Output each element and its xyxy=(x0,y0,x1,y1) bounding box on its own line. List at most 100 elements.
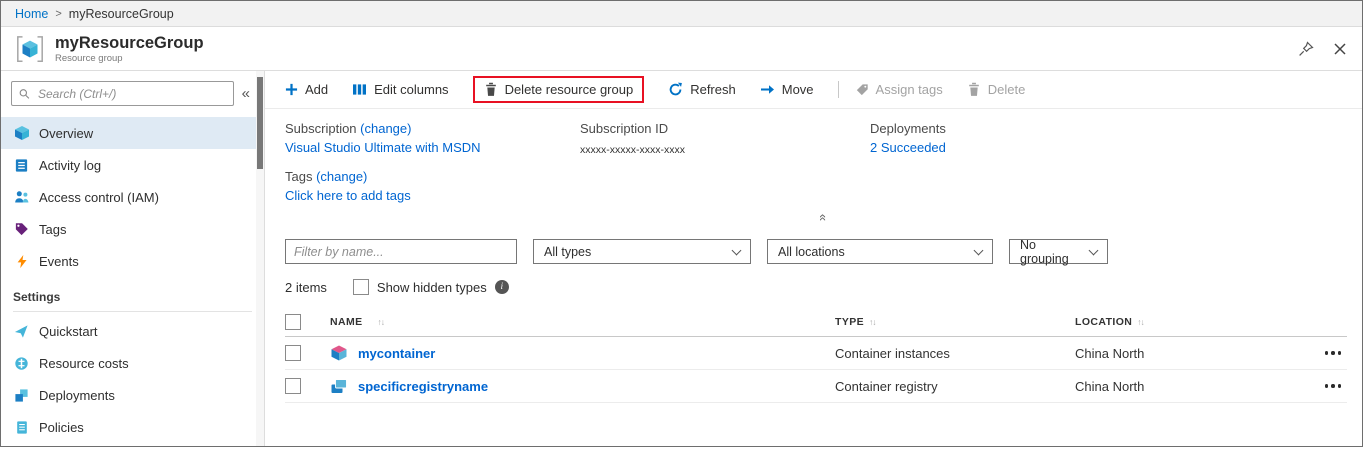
sidebar-item-resource-costs[interactable]: Resource costs xyxy=(1,347,264,379)
deployments-value-link[interactable]: 2 Succeeded xyxy=(870,140,946,155)
items-row: 2 items Show hidden types i xyxy=(285,279,1362,295)
deployments-icon xyxy=(13,387,30,403)
assign-tags-label: Assign tags xyxy=(876,82,943,97)
deployments-block: Deployments 2 Succeeded xyxy=(870,121,946,156)
resource-type: Container registry xyxy=(835,379,1075,394)
table-header-row: NAME ↑↓ TYPE ↑↓ LOCATION ↑↓ xyxy=(285,307,1347,337)
resource-table: NAME ↑↓ TYPE ↑↓ LOCATION ↑↓ xyxy=(285,307,1347,403)
chevron-down-icon xyxy=(1089,245,1099,255)
sidebar-item-label: Resource costs xyxy=(39,356,129,371)
trash-icon xyxy=(484,82,498,97)
delete-resource-group-button[interactable]: Delete resource group xyxy=(473,76,645,103)
sidebar-item-label: Policies xyxy=(39,420,84,435)
command-toolbar: Add Edit columns Delet xyxy=(265,71,1362,109)
subscription-id-block: Subscription ID xxxxx-xxxxx-xxxx-xxxx xyxy=(580,121,870,156)
breadcrumb-current: myResourceGroup xyxy=(69,7,174,21)
tags-value-link[interactable]: Click here to add tags xyxy=(285,188,411,203)
sidebar-item-deployments[interactable]: Deployments xyxy=(1,379,264,411)
row-checkbox[interactable] xyxy=(285,345,301,361)
header-actions xyxy=(1298,41,1348,57)
sidebar-item-overview[interactable]: Overview xyxy=(1,117,264,149)
delete-button[interactable]: Delete xyxy=(967,82,1026,97)
breadcrumb-home-link[interactable]: Home xyxy=(15,7,48,21)
sidebar-collapse-icon[interactable]: « xyxy=(242,86,250,101)
access-control-icon xyxy=(13,189,30,205)
sidebar-item-label: Tags xyxy=(39,222,66,237)
tags-change-link[interactable]: (change) xyxy=(316,169,367,184)
sidebar-item-label: Quickstart xyxy=(39,324,98,339)
move-button-label: Move xyxy=(782,82,814,97)
subscription-value-link[interactable]: Visual Studio Ultimate with MSDN xyxy=(285,140,481,155)
row-checkbox[interactable] xyxy=(285,378,301,394)
move-arrow-icon xyxy=(760,83,775,96)
edit-columns-button[interactable]: Edit columns xyxy=(352,82,448,97)
chevron-down-icon xyxy=(974,245,984,255)
page-subtitle: Resource group xyxy=(55,53,204,64)
sidebar-search-box[interactable] xyxy=(11,81,234,106)
row-context-menu-icon[interactable] xyxy=(1323,347,1344,359)
move-button[interactable]: Move xyxy=(760,82,814,97)
toolbar-separator xyxy=(838,81,839,98)
add-button[interactable]: Add xyxy=(285,82,328,97)
filter-by-name-input[interactable] xyxy=(285,239,517,264)
resource-link[interactable]: mycontainer xyxy=(358,346,435,361)
grouping-dropdown[interactable]: No grouping xyxy=(1009,239,1108,264)
sidebar-item-policies[interactable]: Policies xyxy=(1,411,264,443)
resource-group-icon xyxy=(15,34,45,64)
close-icon[interactable] xyxy=(1332,41,1348,57)
table-row[interactable]: mycontainer Container instances China No… xyxy=(285,337,1347,370)
overview-icon xyxy=(13,125,30,141)
column-header-location[interactable]: LOCATION ↑↓ xyxy=(1075,316,1302,328)
subscription-block: Subscription (change) Visual Studio Ulti… xyxy=(285,121,580,156)
column-header-name[interactable]: NAME ↑↓ xyxy=(330,316,835,328)
resource-costs-icon xyxy=(13,355,30,371)
table-row[interactable]: specificregistryname Container registry … xyxy=(285,370,1347,403)
sidebar-item-activity-log[interactable]: Activity log xyxy=(1,149,264,181)
info-icon[interactable]: i xyxy=(495,280,509,294)
main-content: Add Edit columns Delet xyxy=(265,71,1362,446)
quickstart-icon xyxy=(13,323,30,339)
resource-type: Container instances xyxy=(835,346,1075,361)
resource-location: China North xyxy=(1075,379,1302,394)
deployments-label: Deployments xyxy=(870,121,946,136)
subscription-id-value: xxxxx-xxxxx-xxxx-xxxx xyxy=(580,144,870,156)
sidebar-scrollbar[interactable] xyxy=(256,71,264,446)
sidebar-divider xyxy=(13,311,252,312)
show-hidden-types-checkbox[interactable] xyxy=(353,279,369,295)
sidebar-item-quickstart[interactable]: Quickstart xyxy=(1,315,264,347)
tags-label: Tags (change) xyxy=(285,169,1362,184)
azure-portal-window: Home > myResourceGroup myResourceGroup R… xyxy=(0,0,1363,447)
location-filter-dropdown[interactable]: All locations xyxy=(767,239,993,264)
sidebar-item-label: Deployments xyxy=(39,388,115,403)
page-title: myResourceGroup xyxy=(55,34,204,52)
subscription-change-link[interactable]: (change) xyxy=(360,121,411,136)
collapse-up-icon: « xyxy=(816,214,831,221)
subscription-label-text: Subscription xyxy=(285,121,360,136)
select-all-checkbox[interactable] xyxy=(285,314,301,330)
search-icon xyxy=(19,88,30,100)
sidebar-item-events[interactable]: Events xyxy=(1,245,264,277)
row-context-menu-icon[interactable] xyxy=(1323,380,1344,392)
sidebar-item-tags[interactable]: Tags xyxy=(1,213,264,245)
sidebar-search-input[interactable] xyxy=(36,86,226,102)
edit-columns-button-label: Edit columns xyxy=(374,82,448,97)
type-filter-dropdown[interactable]: All types xyxy=(533,239,751,264)
sidebar-scrollbar-thumb[interactable] xyxy=(257,77,263,169)
sidebar-item-access-control[interactable]: Access control (IAM) xyxy=(1,181,264,213)
plus-icon xyxy=(285,83,298,96)
resource-link[interactable]: specificregistryname xyxy=(358,379,488,394)
tags-label-text: Tags xyxy=(285,169,316,184)
refresh-button[interactable]: Refresh xyxy=(668,82,736,97)
tags-block: Tags (change) Click here to add tags xyxy=(285,169,1362,203)
essentials-collapse[interactable]: « xyxy=(285,209,1362,225)
trash-icon-disabled xyxy=(967,82,981,97)
location-filter-value: All locations xyxy=(778,245,845,259)
policies-icon xyxy=(13,419,30,435)
items-count: 2 items xyxy=(285,280,327,295)
page-header: myResourceGroup Resource group xyxy=(1,27,1362,71)
location-header-label: LOCATION xyxy=(1075,316,1132,328)
pin-icon[interactable] xyxy=(1298,41,1314,57)
assign-tags-button[interactable]: Assign tags xyxy=(855,82,943,97)
column-header-type[interactable]: TYPE ↑↓ xyxy=(835,316,1075,328)
breadcrumb-separator: > xyxy=(55,8,61,20)
